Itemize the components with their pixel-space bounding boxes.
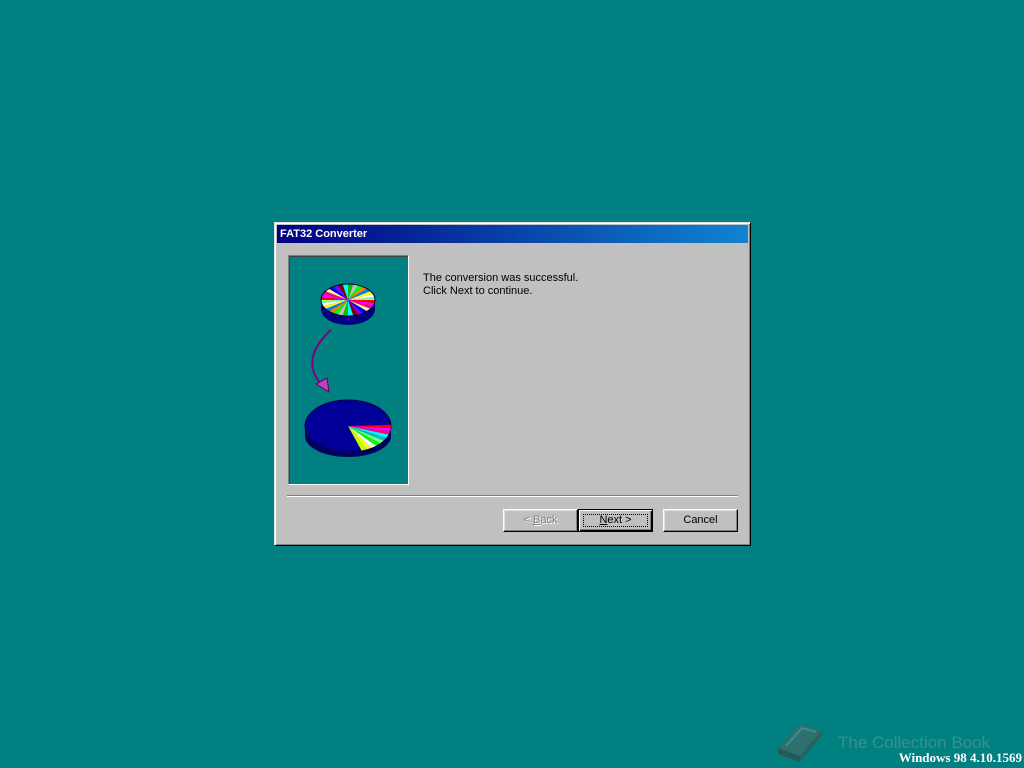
small-fragmented-pie-icon xyxy=(320,283,376,325)
back-button-rest: ack xyxy=(540,514,558,526)
conversion-illustration xyxy=(304,283,392,457)
window-title: FAT32 Converter xyxy=(280,228,368,240)
cancel-button[interactable]: Cancel xyxy=(663,509,738,532)
next-button[interactable]: Next > xyxy=(578,509,653,532)
focus-rectangle xyxy=(583,514,648,527)
message-line-2: Click Next to continue. xyxy=(423,285,533,297)
back-button[interactable]: < Back xyxy=(503,509,578,532)
version-label: Windows 98 4.10.1569 xyxy=(898,750,1022,765)
book-logo-icon xyxy=(778,724,822,762)
cancel-button-label: Cancel xyxy=(683,514,718,526)
large-pie-icon xyxy=(304,399,392,457)
wizard-illustration xyxy=(288,255,409,485)
status-message: The conversion was successful. Click Nex… xyxy=(423,272,723,298)
message-line-1: The conversion was successful. xyxy=(423,272,579,284)
fat32-converter-dialog: FAT32 Converter The conversion was succe… xyxy=(274,222,751,546)
separator xyxy=(287,495,738,497)
curved-arrow-icon xyxy=(311,329,332,393)
back-button-prefix: < xyxy=(523,514,533,526)
title-bar[interactable]: FAT32 Converter xyxy=(277,225,748,243)
